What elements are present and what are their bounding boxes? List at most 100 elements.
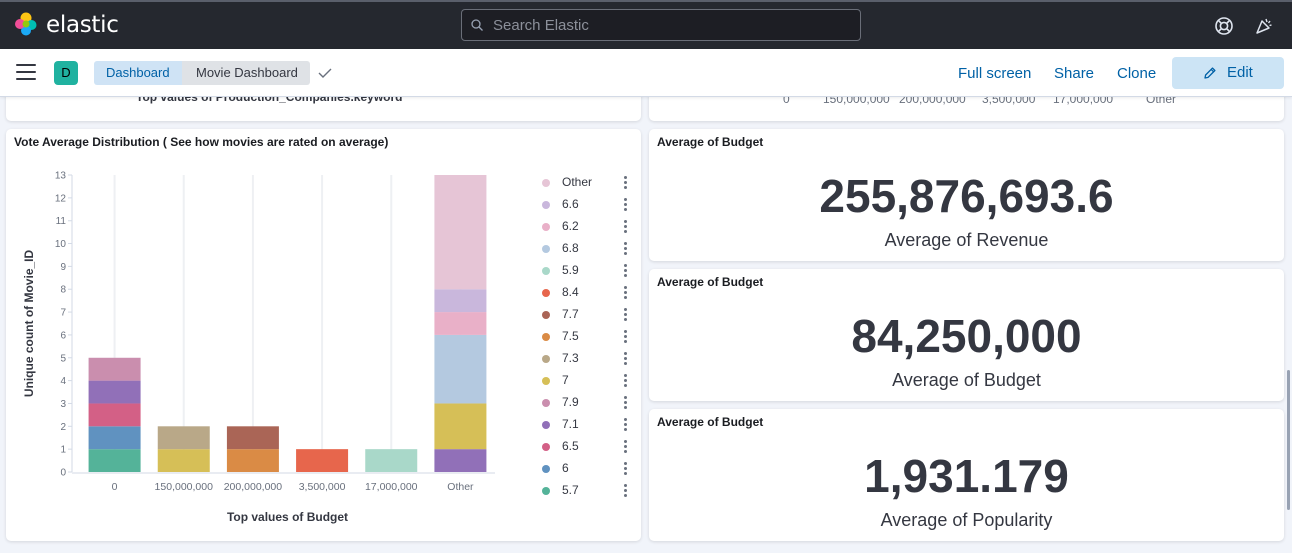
legend-label: 6.2 bbox=[562, 219, 579, 233]
bar-segment bbox=[157, 426, 210, 450]
x-tick-label: 17,000,000 bbox=[365, 481, 418, 493]
legend-label: 8.4 bbox=[562, 285, 579, 299]
legend-options-icon[interactable] bbox=[624, 374, 628, 388]
x-axis-title: Top values of Budget bbox=[227, 510, 348, 524]
legend-item[interactable]: 6.8 bbox=[540, 241, 636, 257]
clone-button[interactable]: Clone bbox=[1117, 65, 1156, 82]
legend-options-icon[interactable] bbox=[624, 220, 628, 234]
legend-options-icon[interactable] bbox=[624, 462, 628, 476]
elastic-logo-text[interactable]: elastic bbox=[46, 12, 119, 38]
legend-swatch bbox=[542, 289, 550, 297]
y-tick-label: 11 bbox=[56, 216, 67, 227]
y-tick-label: 12 bbox=[55, 193, 67, 204]
global-search[interactable] bbox=[461, 9, 861, 41]
space-avatar[interactable]: D bbox=[54, 61, 78, 85]
metric-panel-revenue: Average of Budget 255,876,693.6 Average … bbox=[649, 129, 1284, 261]
y-tick-label: 4 bbox=[60, 376, 66, 387]
legend-item[interactable]: 8.4 bbox=[540, 285, 636, 301]
legend-options-icon[interactable] bbox=[624, 308, 628, 322]
full-screen-button[interactable]: Full screen bbox=[958, 65, 1031, 82]
legend-swatch bbox=[542, 465, 550, 473]
x-tick-label: 200,000,000 bbox=[224, 481, 283, 493]
legend-options-icon[interactable] bbox=[624, 418, 628, 432]
panel-title: Average of Budget bbox=[657, 275, 764, 289]
legend-options-icon[interactable] bbox=[624, 484, 628, 498]
legend-label: 7.1 bbox=[562, 417, 579, 431]
legend-options-icon[interactable] bbox=[624, 176, 628, 190]
y-tick-label: 0 bbox=[60, 468, 66, 479]
legend-label: 5.7 bbox=[562, 483, 579, 497]
metric-value: 255,876,693.6 bbox=[819, 170, 1114, 222]
legend-options-icon[interactable] bbox=[624, 352, 628, 366]
page-scrollbar[interactable] bbox=[1287, 370, 1290, 510]
y-tick-label: 8 bbox=[60, 285, 66, 296]
legend-item[interactable]: Other bbox=[540, 175, 636, 191]
metric-label: Average of Revenue bbox=[884, 230, 1049, 250]
metric-panel-popularity: Average of Budget 1,931.179 Average of P… bbox=[649, 409, 1284, 541]
legend-item[interactable]: 6 bbox=[540, 461, 636, 477]
hamburger-menu-icon[interactable] bbox=[16, 64, 36, 82]
bar-segment bbox=[434, 334, 487, 404]
legend-options-icon[interactable] bbox=[624, 242, 628, 256]
vote-average-panel: Vote Average Distribution ( See how movi… bbox=[6, 129, 641, 541]
help-lifebuoy-icon[interactable] bbox=[1214, 16, 1234, 36]
breadcrumb-dashboard[interactable]: Dashboard bbox=[94, 61, 186, 85]
legend-item[interactable]: 7.9 bbox=[540, 395, 636, 411]
legend-item[interactable]: 7.7 bbox=[540, 307, 636, 323]
legend-label: 7.7 bbox=[562, 307, 579, 321]
y-tick-label: 5 bbox=[60, 353, 66, 364]
metric-label: Average of Popularity bbox=[880, 510, 1053, 530]
legend-item[interactable]: 7.5 bbox=[540, 329, 636, 345]
x-tick-label: 0 bbox=[112, 481, 118, 493]
search-input[interactable] bbox=[493, 10, 853, 40]
legend-swatch bbox=[542, 377, 550, 385]
legend-options-icon[interactable] bbox=[624, 286, 628, 300]
metric-value: 84,250,000 bbox=[851, 310, 1082, 362]
top-header: elastic bbox=[0, 0, 1292, 49]
legend-options-icon[interactable] bbox=[624, 330, 628, 344]
y-tick-label: 1 bbox=[60, 445, 66, 456]
bar-segment bbox=[88, 449, 141, 472]
legend-swatch bbox=[542, 267, 550, 275]
edit-button[interactable]: Edit bbox=[1172, 57, 1284, 89]
legend-label: 6 bbox=[562, 461, 569, 475]
metric-panel-budget: Average of Budget 84,250,000 Average of … bbox=[649, 269, 1284, 401]
bar-segment bbox=[226, 449, 279, 472]
breadcrumb-movie-dashboard: Movie Dashboard bbox=[182, 61, 310, 85]
legend-item[interactable]: 7 bbox=[540, 373, 636, 389]
dashboard-nav-bar: D Dashboard Movie Dashboard Full screen … bbox=[0, 49, 1292, 97]
legend-label: 6.6 bbox=[562, 197, 579, 211]
bar-segment bbox=[88, 426, 141, 450]
y-tick-label: 3 bbox=[60, 399, 66, 410]
legend-item[interactable]: 7.1 bbox=[540, 417, 636, 433]
elastic-logo-icon[interactable] bbox=[14, 12, 38, 36]
legend-label: 7.5 bbox=[562, 329, 579, 343]
search-icon bbox=[471, 19, 483, 31]
legend-swatch bbox=[542, 399, 550, 407]
legend-item[interactable]: 6.2 bbox=[540, 219, 636, 235]
legend-item[interactable]: 5.9 bbox=[540, 263, 636, 279]
legend-item[interactable]: 6.6 bbox=[540, 197, 636, 213]
legend-swatch bbox=[542, 245, 550, 253]
legend-label: 7 bbox=[562, 373, 569, 387]
share-button[interactable]: Share bbox=[1054, 65, 1094, 82]
legend-options-icon[interactable] bbox=[624, 264, 628, 278]
y-tick-label: 10 bbox=[55, 239, 67, 250]
pencil-icon bbox=[1204, 67, 1216, 79]
x-tick-label: Other bbox=[447, 481, 474, 493]
legend-item[interactable]: 6.5 bbox=[540, 439, 636, 455]
bar-segment bbox=[88, 380, 141, 404]
legend-item[interactable]: 5.7 bbox=[540, 483, 636, 499]
newsfeed-icon[interactable] bbox=[1254, 16, 1274, 36]
legend-item[interactable]: 7.3 bbox=[540, 351, 636, 367]
legend-options-icon[interactable] bbox=[624, 396, 628, 410]
bar-segment bbox=[226, 426, 279, 450]
legend-options-icon[interactable] bbox=[624, 198, 628, 212]
legend-swatch bbox=[542, 223, 550, 231]
legend-label: 6.8 bbox=[562, 241, 579, 255]
legend-label: 5.9 bbox=[562, 263, 579, 277]
legend-options-icon[interactable] bbox=[624, 440, 628, 454]
metric-value: 1,931.179 bbox=[864, 450, 1069, 502]
y-tick-label: 9 bbox=[60, 262, 66, 273]
y-tick-label: 6 bbox=[60, 330, 66, 341]
